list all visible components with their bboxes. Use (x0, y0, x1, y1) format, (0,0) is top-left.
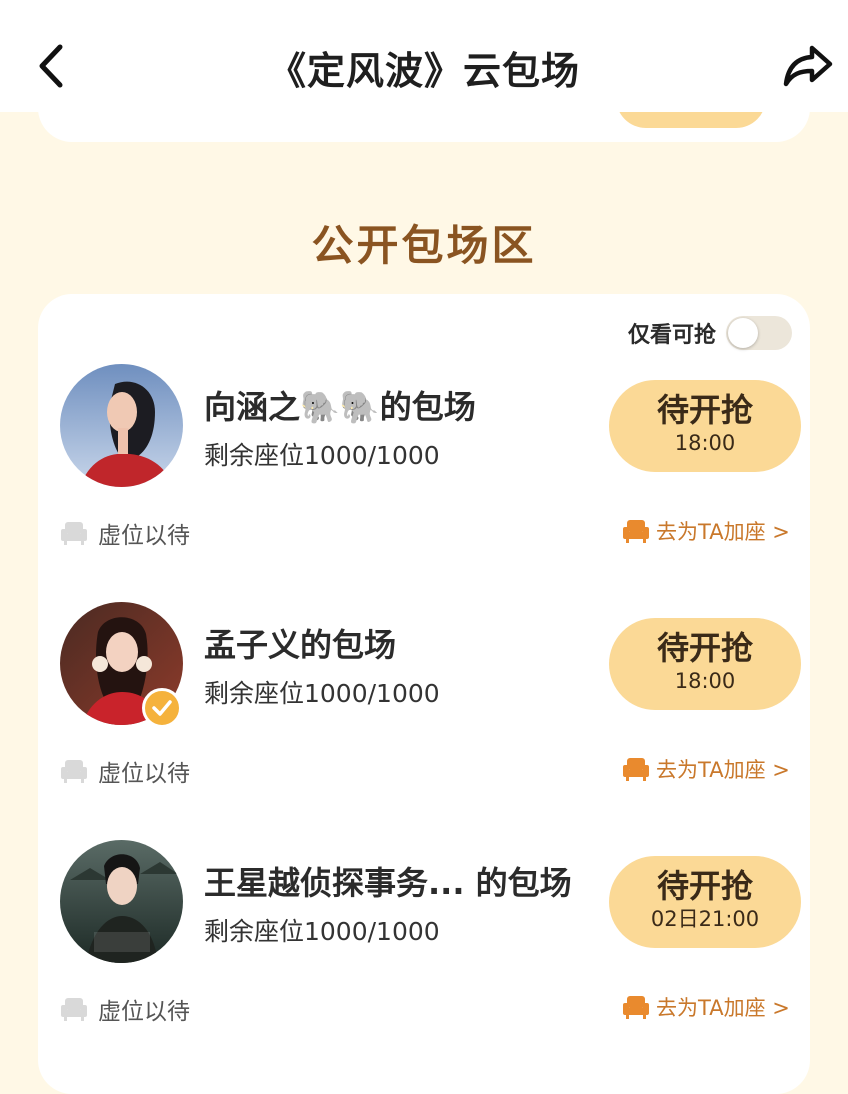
filter-label: 仅看可抢 (627, 323, 716, 348)
armchair-icon (623, 996, 649, 1019)
page-title: 《定风波》云包场 (267, 49, 580, 93)
remaining-seats: 剩余座位1000/1000 (204, 917, 440, 946)
avatar[interactable] (60, 364, 183, 487)
share-arrow-icon (783, 45, 833, 87)
waiting-text: 虚位以待 (98, 999, 190, 1025)
remaining-seats: 剩余座位1000/1000 (204, 679, 440, 708)
grab-button-label: 待开抢 (656, 867, 753, 905)
waiting-text: 虚位以待 (98, 523, 190, 549)
grab-button[interactable]: 待开抢 18:00 (609, 380, 801, 472)
toggle-knob (728, 318, 758, 348)
filter-available-only[interactable]: 仅看可抢 (628, 316, 792, 350)
armchair-icon (623, 520, 649, 543)
add-seat-link[interactable]: 去为TA加座 > (622, 516, 790, 546)
grab-start-time: 02日21:00 (650, 907, 760, 931)
remaining-seats: 剩余座位1000/1000 (204, 441, 440, 470)
check-badge-icon (142, 688, 182, 728)
room-name: 王星越侦探事务... 的包场 (204, 864, 572, 902)
grab-button[interactable]: 待开抢 02日21:00 (609, 856, 801, 948)
room-name: 向涵之🐘🐘的包场 (204, 388, 476, 426)
room-item[interactable]: 向涵之🐘🐘的包场 剩余座位1000/1000 待开抢 18:00 虚位以待 去为… (0, 364, 848, 564)
armchair-icon (623, 758, 649, 781)
avatar[interactable] (60, 840, 183, 963)
armchair-icon (61, 998, 87, 1021)
empty-seat-placeholder: 虚位以待 (60, 754, 190, 788)
empty-seat-placeholder: 虚位以待 (60, 992, 190, 1026)
avatar-image (60, 840, 183, 963)
avatar-image (60, 364, 183, 487)
waiting-text: 虚位以待 (98, 761, 190, 787)
armchair-icon (61, 522, 87, 545)
share-button[interactable] (778, 40, 838, 92)
add-seat-text: 去为TA加座 > (656, 758, 790, 782)
armchair-icon (61, 760, 87, 783)
grab-button-label: 待开抢 (656, 629, 753, 667)
room-item[interactable]: 王星越侦探事务... 的包场 剩余座位1000/1000 待开抢 02日21:0… (0, 840, 848, 1040)
available-only-toggle[interactable] (726, 316, 792, 350)
room-item[interactable]: 孟子义的包场 剩余座位1000/1000 待开抢 18:00 虚位以待 去为TA… (0, 602, 848, 802)
grab-button-label: 待开抢 (656, 391, 753, 429)
top-bar: 《定风波》云包场 (0, 0, 848, 112)
room-name: 孟子义的包场 (204, 626, 397, 664)
grab-start-time: 18:00 (674, 669, 736, 693)
add-seat-text: 去为TA加座 > (656, 996, 790, 1020)
add-seat-link[interactable]: 去为TA加座 > (622, 754, 790, 784)
grab-start-time: 18:00 (674, 431, 736, 455)
add-seat-link[interactable]: 去为TA加座 > (622, 992, 790, 1022)
grab-button[interactable]: 待开抢 18:00 (609, 618, 801, 710)
section-title: 公开包场区 (311, 221, 537, 270)
empty-seat-placeholder: 虚位以待 (60, 516, 190, 550)
add-seat-text: 去为TA加座 > (656, 520, 790, 544)
